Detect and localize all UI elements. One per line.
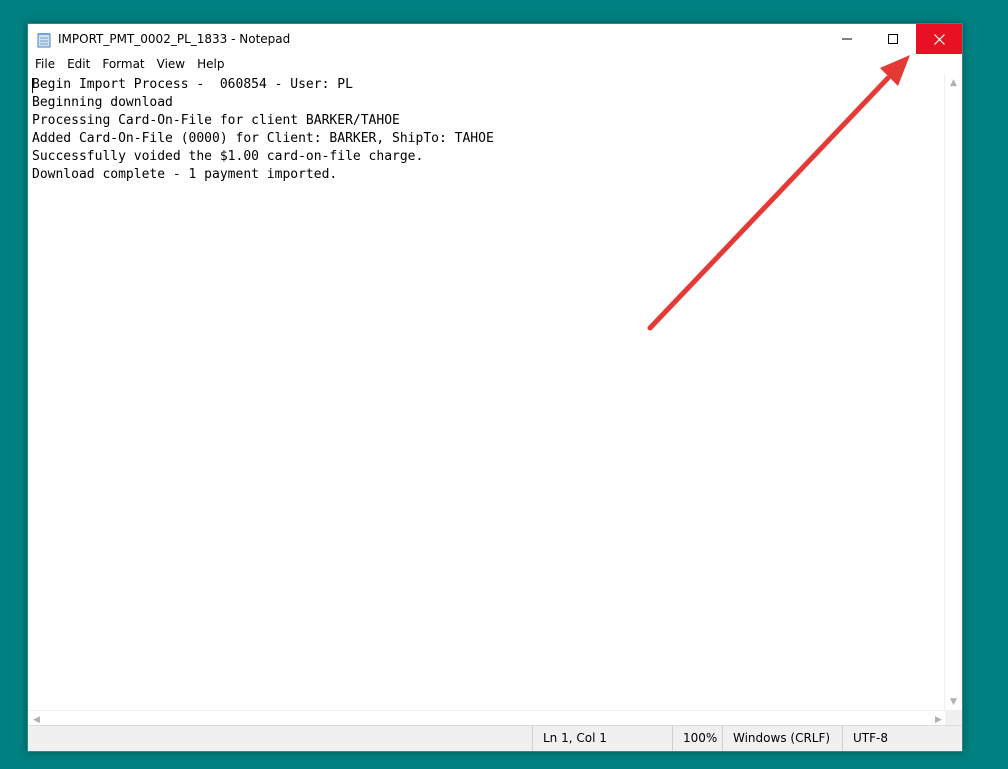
- maximize-icon: [888, 34, 898, 44]
- editor-line: Begin Import Process - 060854 - User: PL: [32, 77, 353, 92]
- menu-view[interactable]: View: [152, 54, 190, 74]
- text-editor[interactable]: Begin Import Process - 060854 - User: PL…: [28, 74, 947, 710]
- status-bar: Ln 1, Col 1 100% Windows (CRLF) UTF-8: [28, 725, 962, 751]
- close-icon: [933, 33, 945, 45]
- status-cursor-position: Ln 1, Col 1: [532, 726, 672, 751]
- status-zoom: 100%: [672, 726, 722, 751]
- editor-line: Beginning download: [32, 95, 173, 110]
- menu-format[interactable]: Format: [97, 54, 149, 74]
- notepad-icon: [37, 33, 51, 48]
- vertical-scrollbar[interactable]: ▲ ▼: [944, 74, 962, 710]
- editor-line: Added Card-On-File (0000) for Client: BA…: [32, 131, 494, 146]
- scroll-up-icon[interactable]: ▲: [945, 74, 962, 91]
- title-bar[interactable]: IMPORT_PMT_0002_PL_1833 - Notepad: [28, 24, 962, 54]
- scroll-down-icon[interactable]: ▼: [945, 693, 962, 710]
- menu-help[interactable]: Help: [192, 54, 229, 74]
- menu-edit[interactable]: Edit: [62, 54, 95, 74]
- close-button[interactable]: [916, 24, 962, 54]
- minimize-icon: [842, 38, 852, 40]
- editor-line: Download complete - 1 payment imported.: [32, 167, 338, 182]
- maximize-button[interactable]: [870, 24, 916, 54]
- window-title: IMPORT_PMT_0002_PL_1833 - Notepad: [58, 32, 291, 46]
- menu-bar: File Edit Format View Help: [28, 54, 962, 74]
- editor-line: Successfully voided the $1.00 card-on-fi…: [32, 149, 424, 164]
- menu-file[interactable]: File: [30, 54, 60, 74]
- status-encoding: UTF-8: [842, 726, 964, 751]
- text-caret: [32, 78, 33, 93]
- notepad-window: IMPORT_PMT_0002_PL_1833 - Notepad File Ed…: [27, 23, 963, 752]
- editor-content: Begin Import Process - 060854 - User: PL…: [32, 76, 494, 184]
- minimize-button[interactable]: [824, 24, 870, 54]
- editor-line: Processing Card-On-File for client BARKE…: [32, 113, 400, 128]
- status-line-ending: Windows (CRLF): [722, 726, 842, 751]
